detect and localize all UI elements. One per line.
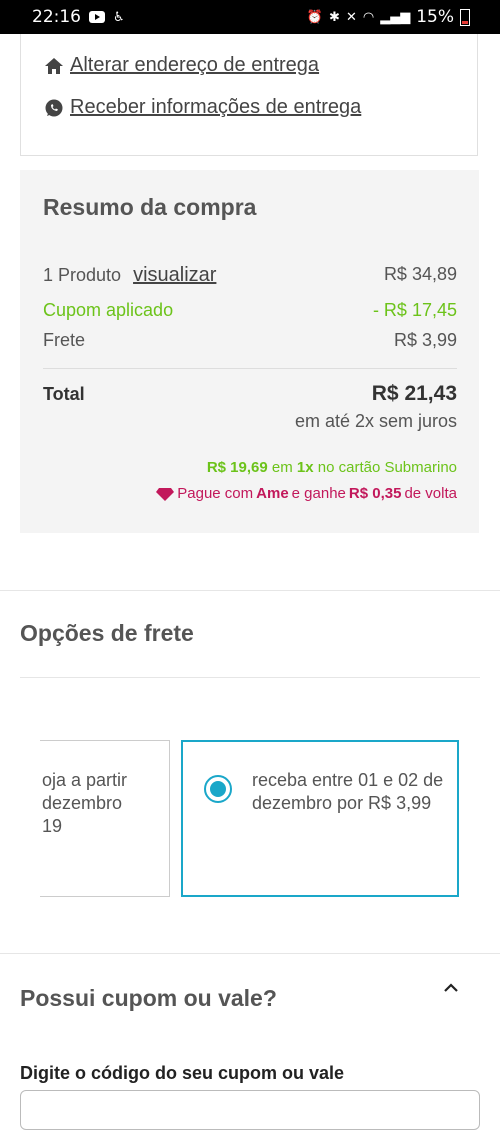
total-value: R$ 21,43 (371, 382, 457, 405)
battery-percent: 15% (416, 7, 454, 27)
ame-post: de volta (404, 485, 457, 502)
summary-title: Resumo da compra (43, 194, 257, 220)
ame-offer: Pague com Ame e ganhe R$ 0,35 de volta (156, 485, 457, 502)
card-price: R$ 19,69 (206, 459, 268, 476)
shipping-option-text: receba entre 01 e 02 de dezembro por R$ … (252, 770, 444, 813)
delivery-info-link[interactable]: Receber informações de entrega (44, 96, 361, 119)
whatsapp-icon (45, 99, 63, 116)
radio-selected-icon[interactable] (204, 775, 232, 803)
coupon-section-title[interactable]: Possui cupom ou vale? (20, 985, 277, 1012)
ame-amount: R$ 0,35 (348, 485, 402, 502)
summary-divider (43, 368, 457, 369)
shipping-row: Frete R$ 3,99 (43, 330, 457, 351)
coupon-code-input[interactable] (20, 1090, 480, 1130)
bluetooth-icon: ✱ (329, 9, 340, 25)
product-row: 1 Produto visualizar R$ 34,89 (43, 264, 457, 287)
coupon-label: Cupom aplicado (43, 300, 174, 320)
card-times: 1x (296, 459, 314, 476)
home-icon (45, 57, 63, 74)
total-label: Total (43, 384, 85, 404)
card-em: em (271, 459, 293, 476)
purchase-summary: Resumo da compra 1 Produto visualizar R$ … (20, 170, 479, 533)
shipping-label: Frete (43, 330, 86, 350)
wifi-icon: ◠ (362, 9, 375, 25)
card-offer: R$ 19,69 em 1x no cartão Submarino (207, 459, 457, 476)
signal-icon: ▂▄▆ (380, 9, 411, 25)
section-divider (0, 953, 500, 954)
view-products-link[interactable]: visualizar (133, 264, 216, 286)
status-right: ⏰ ✱ ✕ ◠ ▂▄▆ 15% (307, 7, 470, 27)
status-bar: 22:16 ♿ ⏰ ✱ ✕ ◠ ▂▄▆ 15% (0, 0, 500, 34)
coupon-row: Cupom aplicado - R$ 17,45 (43, 300, 457, 321)
shipping-option-text: oja a partir dezembro 19 (42, 770, 128, 836)
status-time: 22:16 (32, 7, 81, 27)
shipping-option-delivery[interactable]: receba entre 01 e 02 de dezembro por R$ … (181, 740, 459, 897)
chevron-up-icon[interactable] (443, 980, 459, 996)
alarm-icon: ⏰ (306, 9, 324, 25)
change-address-link[interactable]: Alterar endereço de entrega (44, 54, 319, 77)
ame-pre: Pague com (177, 485, 254, 502)
accessibility-icon: ♿ (113, 9, 125, 25)
address-card: Alterar endereço de entrega Receber info… (20, 34, 478, 156)
installments-text: em até 2x sem juros (294, 411, 457, 431)
shipping-options-title: Opções de frete (20, 620, 194, 646)
delivery-info-label[interactable]: Receber informações de entrega (70, 96, 361, 119)
ame-mid: e ganhe (291, 485, 346, 502)
ame-brand: Ame (256, 485, 289, 502)
gem-icon (156, 487, 175, 501)
shipping-value: R$ 3,99 (393, 330, 457, 350)
mute-icon: ✕ (345, 9, 357, 25)
section-divider (0, 590, 500, 591)
coupon-value: - R$ 17,45 (372, 300, 457, 320)
youtube-icon (89, 11, 105, 23)
change-address-label[interactable]: Alterar endereço de entrega (70, 54, 319, 77)
product-label: 1 Produto (43, 265, 122, 285)
section-divider (20, 677, 480, 678)
card-text: no cartão Submarino (317, 459, 457, 476)
coupon-field-label: Digite o código do seu cupom ou vale (20, 1063, 345, 1083)
status-left: 22:16 ♿ (32, 7, 125, 27)
product-value: R$ 34,89 (383, 264, 457, 284)
shipping-option-store-pickup[interactable]: oja a partir dezembro 19 (40, 740, 170, 897)
battery-icon (460, 8, 470, 26)
